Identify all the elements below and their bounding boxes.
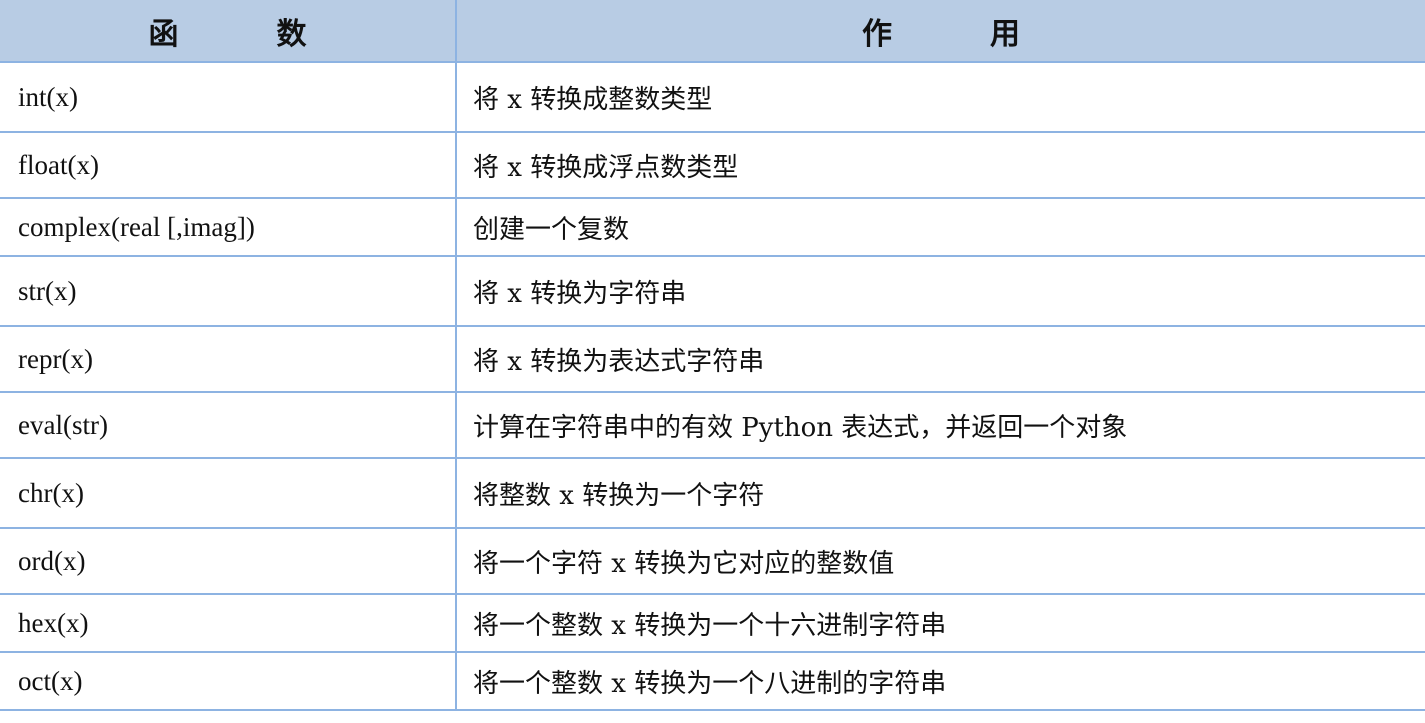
conversion-functions-table-wrapper: 函 数 作 用 int(x) 将 x 转换成整数类型 float(x) 将 x … (0, 0, 1425, 723)
description-cell: 创建一个复数 (455, 197, 1425, 257)
header-function: 函 数 (0, 0, 457, 63)
table-row: eval(str) 计算在字符串中的有效 Python 表达式，并返回一个对象 (0, 391, 1425, 459)
header-purpose: 作 用 (455, 0, 1425, 63)
table-row: complex(real [,imag]) 创建一个复数 (0, 197, 1425, 257)
table-row: int(x) 将 x 转换成整数类型 (0, 61, 1425, 133)
function-cell: ord(x) (0, 527, 457, 595)
description-cell: 将整数 x 转换为一个字符 (455, 457, 1425, 529)
function-cell: int(x) (0, 61, 457, 133)
conversion-functions-table: 函 数 作 用 int(x) 将 x 转换成整数类型 float(x) 将 x … (0, 0, 1425, 711)
table-row: chr(x) 将整数 x 转换为一个字符 (0, 457, 1425, 529)
function-cell: eval(str) (0, 391, 457, 459)
function-cell: hex(x) (0, 593, 457, 653)
table-header-row: 函 数 作 用 (0, 0, 1425, 63)
description-cell: 将一个整数 x 转换为一个八进制的字符串 (455, 651, 1425, 711)
function-cell: complex(real [,imag]) (0, 197, 457, 257)
description-cell: 将 x 转换成整数类型 (455, 61, 1425, 133)
description-cell: 将一个字符 x 转换为它对应的整数值 (455, 527, 1425, 595)
description-cell: 将 x 转换为表达式字符串 (455, 325, 1425, 393)
function-cell: oct(x) (0, 651, 457, 711)
function-cell: repr(x) (0, 325, 457, 393)
description-cell: 将一个整数 x 转换为一个十六进制字符串 (455, 593, 1425, 653)
description-cell: 将 x 转换为字符串 (455, 255, 1425, 327)
table-row: repr(x) 将 x 转换为表达式字符串 (0, 325, 1425, 393)
description-cell: 将 x 转换成浮点数类型 (455, 131, 1425, 199)
table-row: ord(x) 将一个字符 x 转换为它对应的整数值 (0, 527, 1425, 595)
table-row: hex(x) 将一个整数 x 转换为一个十六进制字符串 (0, 593, 1425, 653)
table-row: float(x) 将 x 转换成浮点数类型 (0, 131, 1425, 199)
table-row: oct(x) 将一个整数 x 转换为一个八进制的字符串 (0, 651, 1425, 711)
function-cell: float(x) (0, 131, 457, 199)
function-cell: str(x) (0, 255, 457, 327)
description-cell: 计算在字符串中的有效 Python 表达式，并返回一个对象 (455, 391, 1425, 459)
table-row: str(x) 将 x 转换为字符串 (0, 255, 1425, 327)
function-cell: chr(x) (0, 457, 457, 529)
